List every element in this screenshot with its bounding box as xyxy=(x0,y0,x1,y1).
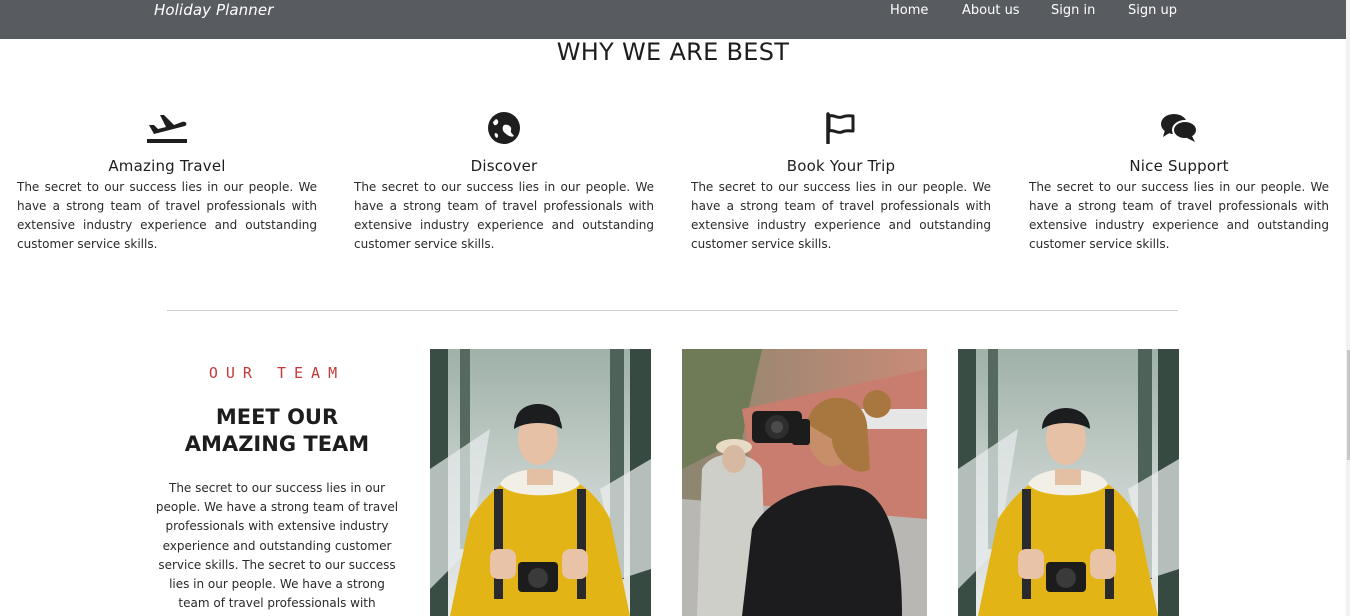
team-photo-man-yellow-jacket xyxy=(430,349,651,616)
feature-description: The secret to our success lies in our pe… xyxy=(17,180,317,251)
page-scrollbar[interactable] xyxy=(1346,0,1350,616)
nav-link-sign-in[interactable]: Sign in xyxy=(1051,3,1095,18)
feature-amazing-travel: Amazing Travel The secret to our success… xyxy=(17,108,317,254)
feature-nice-support: Nice Support The secret to our success l… xyxy=(1029,108,1329,254)
feature-description: The secret to our success lies in our pe… xyxy=(1029,180,1329,251)
feature-title: Amazing Travel xyxy=(108,157,226,175)
brand-logo[interactable]: Holiday Planner xyxy=(154,1,273,19)
feature-book-your-trip: Book Your Trip The secret to our success… xyxy=(691,108,991,254)
team-photo-woman-camera xyxy=(682,349,927,616)
feature-description: The secret to our success lies in our pe… xyxy=(691,180,991,251)
nav-link-home[interactable]: Home xyxy=(890,3,928,18)
team-kicker: OUR TEAM xyxy=(208,364,346,382)
feature-title: Nice Support xyxy=(1129,157,1229,175)
feature-description: The secret to our success lies in our pe… xyxy=(354,180,654,251)
team-title: MEET OUR AMAZING TEAM xyxy=(184,405,370,456)
team-photo-man-yellow-jacket xyxy=(958,349,1179,616)
why-section-title: WHY WE ARE BEST xyxy=(556,38,790,66)
feature-discover: Discover The secret to our success lies … xyxy=(354,108,654,254)
nav-link-about-us[interactable]: About us xyxy=(962,3,1020,18)
flag-icon xyxy=(691,108,991,148)
feature-title: Book Your Trip xyxy=(786,157,896,175)
comments-icon xyxy=(1029,108,1329,148)
plane-departure-icon xyxy=(17,108,317,148)
nav-link-sign-up[interactable]: Sign up xyxy=(1128,3,1177,18)
top-navbar: Holiday Planner Home About us Sign in Si… xyxy=(0,0,1346,39)
feature-title: Discover xyxy=(470,157,538,175)
globe-icon xyxy=(354,108,654,148)
section-divider xyxy=(167,310,1178,311)
team-description: The secret to our success lies in our pe… xyxy=(155,481,399,616)
